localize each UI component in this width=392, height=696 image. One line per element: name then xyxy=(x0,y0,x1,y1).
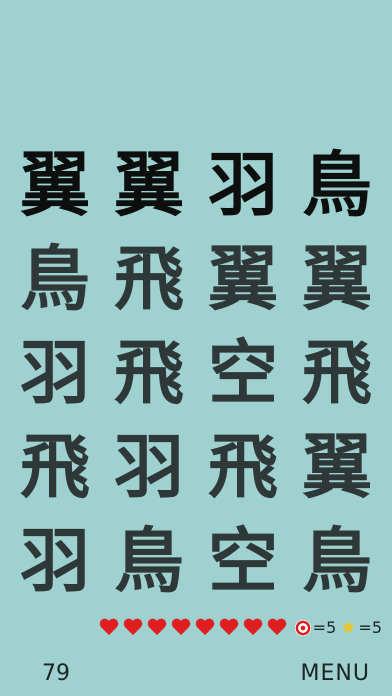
tile-r2-c1[interactable]: 鳥 xyxy=(8,232,102,326)
score-count: 79 xyxy=(42,661,70,686)
tile-r4-c2[interactable]: 羽 xyxy=(102,420,196,514)
tile-r3-c1[interactable]: 羽 xyxy=(8,326,102,420)
tile-kanji: 羽 xyxy=(20,520,90,602)
tile-kanji: 羽 xyxy=(208,144,278,226)
tile-kanji: 翼 xyxy=(302,426,372,508)
tile-kanji: 飛 xyxy=(208,426,278,508)
tile-kanji: 空 xyxy=(208,332,278,414)
star-count: =5 xyxy=(358,618,382,637)
tile-kanji: 翼 xyxy=(302,238,372,320)
tile-kanji: 翼 xyxy=(114,144,184,226)
tile-r5-c1[interactable]: 羽 xyxy=(8,514,102,608)
tile-r1-c2[interactable]: 翼 xyxy=(102,138,196,232)
tile-kanji: 空 xyxy=(208,520,278,602)
heart-icon xyxy=(243,619,263,637)
menu-button[interactable]: MENU xyxy=(301,661,370,686)
heart-icon xyxy=(171,619,191,637)
tile-r2-c3[interactable]: 翼 xyxy=(196,232,290,326)
tile-r5-c4[interactable]: 鳥 xyxy=(290,514,384,608)
tile-kanji: 飛 xyxy=(20,426,90,508)
status-bar: =5 ★ =5 xyxy=(99,618,382,637)
tile-kanji: 飛 xyxy=(114,238,184,320)
tile-r2-c4[interactable]: 翼 xyxy=(290,232,384,326)
tile-r1-c4[interactable]: 鳥 xyxy=(290,138,384,232)
tile-r5-c2[interactable]: 鳥 xyxy=(102,514,196,608)
heart-icon xyxy=(195,619,215,637)
target-count: =5 xyxy=(312,618,337,637)
heart-icon xyxy=(99,619,119,637)
tile-r2-c2[interactable]: 飛 xyxy=(102,232,196,326)
tile-r3-c2[interactable]: 飛 xyxy=(102,326,196,420)
tile-kanji: 鳥 xyxy=(302,520,372,602)
tile-kanji: 鳥 xyxy=(114,520,184,602)
tile-r5-c3[interactable]: 空 xyxy=(196,514,290,608)
tile-r4-c3[interactable]: 飛 xyxy=(196,420,290,514)
target-counter: =5 xyxy=(294,618,337,637)
tile-r1-c1[interactable]: 翼 xyxy=(8,138,102,232)
tile-kanji: 羽 xyxy=(20,332,90,414)
tile-kanji: 飛 xyxy=(114,332,184,414)
tile-r4-c4[interactable]: 翼 xyxy=(290,420,384,514)
tile-r3-c4[interactable]: 飛 xyxy=(290,326,384,420)
heart-icon xyxy=(147,619,167,637)
tile-kanji: 鳥 xyxy=(302,144,372,226)
star-counter: ★ =5 xyxy=(340,618,382,637)
tile-r3-c3[interactable]: 空 xyxy=(196,326,290,420)
heart-icon xyxy=(267,619,287,637)
tile-r1-c3[interactable]: 羽 xyxy=(196,138,290,232)
tile-kanji: 翼 xyxy=(20,144,90,226)
heart-icon xyxy=(219,619,239,637)
tile-r4-c1[interactable]: 飛 xyxy=(8,420,102,514)
tile-kanji: 翼 xyxy=(208,238,278,320)
tile-kanji: 飛 xyxy=(302,332,372,414)
lives-hearts xyxy=(99,619,291,637)
tile-kanji: 羽 xyxy=(114,426,184,508)
kanji-grid: 翼 翼 羽 鳥 鳥 飛 翼 翼 羽 飛 空 飛 飛 羽 飛 翼 羽 鳥 空 鳥 xyxy=(8,138,384,608)
target-icon xyxy=(294,619,311,636)
heart-icon xyxy=(123,619,143,637)
star-icon: ★ xyxy=(340,616,357,638)
tile-kanji: 鳥 xyxy=(20,238,90,320)
